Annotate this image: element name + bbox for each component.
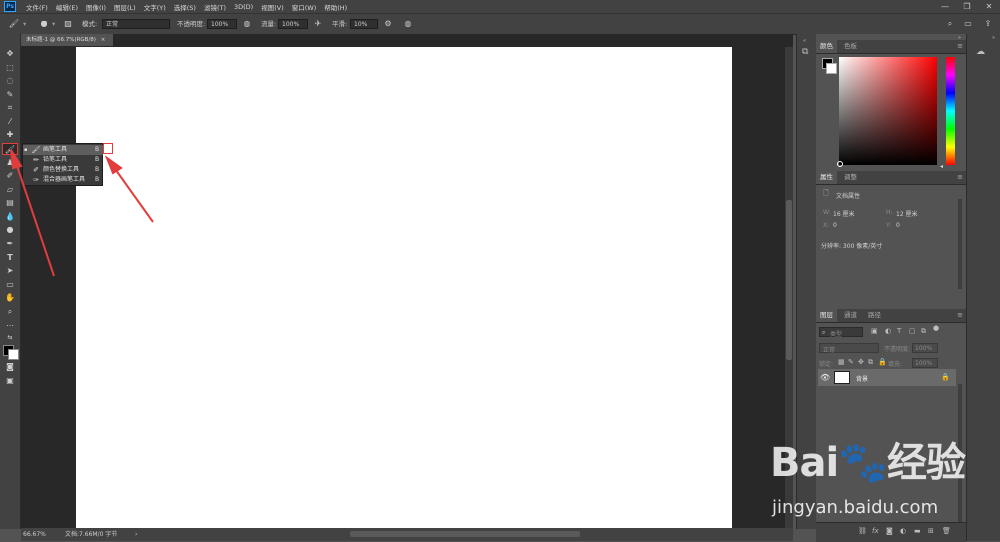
fill-field[interactable]: 100%	[912, 358, 938, 368]
lock-transparent-icon[interactable]: ▦	[838, 358, 845, 366]
lock-position-icon[interactable]: ✥	[858, 358, 864, 366]
lock-artboard-icon[interactable]: ⧉	[868, 358, 873, 367]
document-properties-icon: 🗋	[823, 189, 829, 197]
color-saturation-field[interactable]	[839, 57, 937, 165]
color-panel-header: 颜色 色板 ≡	[816, 40, 966, 54]
layer-style-icon[interactable]: fx	[872, 527, 879, 535]
hue-slider[interactable]	[946, 57, 955, 165]
filter-type-icon[interactable]: T	[897, 327, 901, 335]
tab-swatches[interactable]: 色板	[840, 40, 861, 53]
tab-channels[interactable]: 通道	[840, 309, 861, 322]
x-label: X:	[823, 222, 830, 229]
filter-smart-object-icon[interactable]: ⧉	[921, 327, 926, 336]
layers-panel-header: 图层 通道 路径 ≡	[816, 309, 966, 323]
y-value[interactable]: 0	[896, 222, 900, 229]
add-mask-icon[interactable]: ◙	[886, 527, 893, 535]
libraries-icon[interactable]: ☁	[976, 47, 985, 57]
filter-shape-icon[interactable]: ▢	[909, 327, 916, 335]
width-value[interactable]: 16 厘米	[833, 209, 855, 218]
libraries-dock: » ☁	[966, 34, 1000, 541]
filter-toggle-icon[interactable]: ●	[933, 324, 939, 332]
x-value[interactable]: 0	[833, 222, 837, 229]
filter-pixel-icon[interactable]: ▣	[871, 327, 878, 335]
annotation-arrow-right	[104, 155, 154, 223]
lock-all-icon[interactable]: 🔒	[878, 358, 887, 366]
layer-visibility-eye-icon[interactable]: 👁	[820, 373, 830, 382]
history-panel-icon[interactable]: ⧉	[802, 47, 808, 57]
layer-opacity-field[interactable]: 100%	[912, 343, 938, 353]
tab-color[interactable]: 颜色	[816, 40, 837, 53]
layer-filter-select[interactable]: ⌕ 类型	[819, 327, 863, 338]
tab-properties[interactable]: 属性	[816, 171, 837, 184]
resolution-text: 分辨率: 300 像素/英寸	[821, 243, 883, 250]
baidu-watermark-logo: Bai🐾经验	[770, 440, 966, 486]
color-panel-menu-icon[interactable]: ≡	[957, 40, 963, 53]
collapse-arrows-icon[interactable]: «	[803, 38, 806, 44]
filter-search-icon: ⌕	[822, 329, 826, 336]
properties-panel-header: 属性 调整 ≡	[816, 171, 966, 185]
tab-adjustments[interactable]: 调整	[840, 171, 861, 184]
tab-layers[interactable]: 图层	[816, 309, 837, 322]
tab-paths[interactable]: 路径	[864, 309, 885, 322]
properties-scrollbar[interactable]	[958, 199, 962, 289]
new-layer-icon[interactable]: ⊞	[928, 527, 934, 535]
delete-layer-icon[interactable]: 🗑	[942, 527, 951, 535]
filter-adjustment-icon[interactable]: ◐	[885, 327, 891, 335]
dock-collapse-icon[interactable]: »	[992, 35, 995, 41]
link-layers-icon[interactable]: ⛓	[858, 527, 867, 535]
height-value[interactable]: 12 厘米	[896, 209, 918, 218]
layer-thumbnail	[834, 371, 850, 384]
fill-value: 100%	[915, 360, 933, 367]
layers-footer: ⛓ fx ◙ ◐ ▬ ⊞ 🗑	[816, 522, 966, 542]
fill-label: 填充:	[888, 361, 903, 368]
annotation-arrow-left	[10, 149, 55, 277]
baidu-watermark-url: jingyan.baidu.com	[772, 497, 939, 518]
layer-opacity-value: 100%	[915, 345, 933, 352]
hue-slider-handle-icon[interactable]: ◂	[940, 163, 943, 170]
height-label: H:	[886, 209, 893, 216]
color-picker-cursor[interactable]	[837, 161, 843, 167]
layers-panel-menu-icon[interactable]: ≡	[957, 309, 963, 322]
layer-opacity-label: 不透明度:	[884, 346, 911, 353]
width-label: W:	[823, 209, 831, 216]
blend-mode-select[interactable]: 正常	[819, 343, 879, 354]
lock-pixels-icon[interactable]: ✎	[848, 358, 854, 366]
lock-label: 锁定:	[819, 361, 834, 368]
properties-panel-menu-icon[interactable]: ≡	[957, 171, 963, 184]
new-group-icon[interactable]: ▬	[914, 527, 921, 535]
blend-mode-value: 正常	[823, 347, 836, 354]
layer-filter-value: 类型	[830, 331, 843, 338]
y-label: Y:	[886, 222, 891, 229]
adjustment-layer-icon[interactable]: ◐	[900, 527, 906, 535]
layer-name[interactable]: 背景	[856, 374, 868, 383]
layer-lock-icon: 🔒	[941, 373, 950, 381]
panel-background-swatch[interactable]	[826, 63, 837, 74]
properties-section-title: 文档属性	[836, 193, 861, 200]
